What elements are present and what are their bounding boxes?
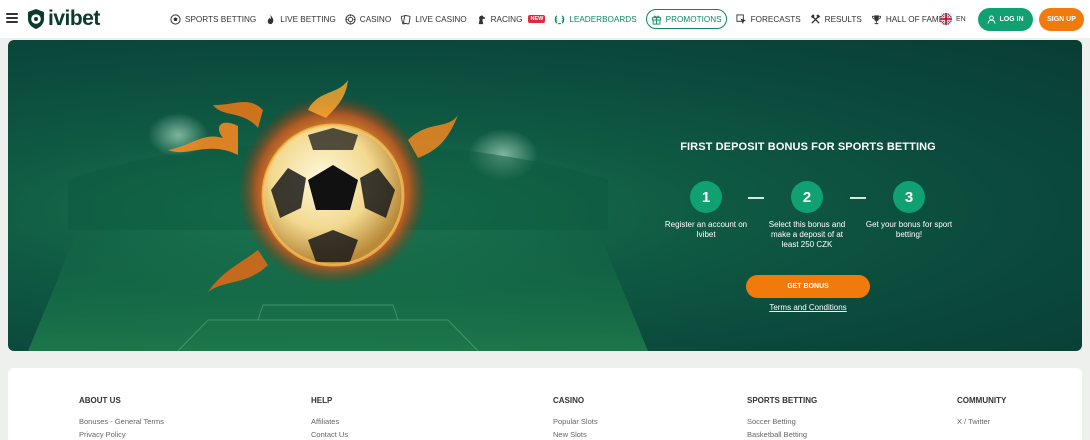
footer-heading: SPORTS BETTING [747,396,818,405]
step-3-number: 3 [893,181,925,213]
nav-forecasts[interactable]: FORECASTS [736,9,801,29]
language-selector[interactable]: EN [940,13,966,25]
footer-heading: CASINO [553,396,585,405]
footer-link[interactable]: Affiliates [311,417,348,426]
new-badge: NEW [528,15,546,23]
step-divider [850,197,866,199]
nav-label: RACING [490,14,523,24]
logo-shield-icon [28,9,44,29]
nav-racing[interactable]: RACING NEW [476,9,546,29]
nav-label: FORECASTS [750,14,801,24]
top-header: ivibet SPORTS BETTING LIVE BETTING CASIN… [0,0,1090,38]
menu-icon[interactable] [6,13,18,23]
step-1-number: 1 [690,181,722,213]
cards-icon [401,14,411,24]
nav-results[interactable]: RESULTS [810,9,862,29]
footer-link[interactable]: Contact Us [311,430,348,439]
trophy-icon [871,14,881,24]
nav-label: CASINO [359,14,392,24]
get-bonus-button[interactable]: GET BONUS [746,275,870,298]
step-3-text: Get your bonus for sport betting! [865,220,953,239]
footer-link[interactable]: Popular Slots [553,417,598,426]
footer-link[interactable]: Privacy Policy [79,430,164,439]
nav-label: RESULTS [824,14,862,24]
nav-hall-of-fame[interactable]: HALL OF FAME [871,9,944,29]
footer-heading: ABOUT US [79,396,121,405]
uk-flag-icon [940,13,952,25]
footer-column-casino: CASINO Popular Slots New Slots [553,396,598,440]
soccer-ball-icon [170,13,181,25]
flame-icon [268,14,274,24]
nav-label: LEADERBOARDS [569,14,637,24]
nav-label: LIVE CASINO [415,14,467,24]
footer-heading: COMMUNITY [957,396,1007,405]
step-divider [748,197,764,199]
nav-sports-betting[interactable]: SPORTS BETTING [170,9,256,29]
nav-label: LIVE BETTING [280,14,336,24]
signup-button[interactable]: SIGN UP [1039,8,1084,31]
gift-icon [651,15,661,25]
nav-label: PROMOTIONS [665,14,722,24]
step-2-text: Select this bonus and make a deposit of … [768,220,846,249]
promo-title: FIRST DEPOSIT BONUS FOR SPORTS BETTING [680,141,936,153]
nav-label: SPORTS BETTING [185,14,257,24]
user-icon [988,15,996,24]
footer-heading: HELP [311,396,333,405]
flaming-soccer-ball-illustration [28,80,648,351]
footer-column-about: ABOUT US Bonuses - General Terms Privacy… [79,396,164,440]
footer-link[interactable]: Basketball Betting [747,430,817,439]
step-2-number: 2 [791,181,823,213]
horse-icon [478,14,485,24]
logo[interactable]: ivibet [26,6,100,32]
step-1-text: Register an account on Ivibet [664,220,748,239]
footer-link[interactable]: Bonuses - General Terms [79,417,164,426]
footer-link[interactable]: New Slots [553,430,598,439]
footer-column-community: COMMUNITY X / Twitter [957,396,1006,430]
nav-leaderboards[interactable]: LEADERBOARDS [554,9,637,29]
footer-link[interactable]: X / Twitter [957,417,1006,426]
login-label: LOG IN [999,16,1024,23]
nav-label: HALL OF FAME [885,14,945,24]
casino-chip-icon [345,13,356,25]
nav-casino[interactable]: CASINO [345,9,391,29]
cursor-icon [736,13,746,24]
main-nav: SPORTS BETTING LIVE BETTING CASINO LIVE … [170,0,953,38]
terms-link[interactable]: Terms and Conditions [746,303,870,312]
promo-banner: FIRST DEPOSIT BONUS FOR SPORTS BETTING 1… [8,40,1082,351]
signup-label: SIGN UP [1047,16,1076,23]
crossed-hammers-icon [810,13,820,24]
nav-live-betting[interactable]: LIVE BETTING [265,9,336,29]
footer-column-help: HELP Affiliates Contact Us [311,396,348,440]
logo-text: ivibet [48,7,100,30]
nav-promotions[interactable]: PROMOTIONS [645,9,727,29]
footer: ABOUT US Bonuses - General Terms Privacy… [8,368,1082,440]
language-label: EN [956,15,966,23]
nav-live-casino[interactable]: LIVE CASINO [400,9,467,29]
laurel-icon [555,14,565,24]
footer-link[interactable]: Soccer Betting [747,417,817,426]
footer-column-sports-betting: SPORTS BETTING Soccer Betting Basketball… [747,396,817,440]
login-button[interactable]: LOG IN [978,8,1033,31]
